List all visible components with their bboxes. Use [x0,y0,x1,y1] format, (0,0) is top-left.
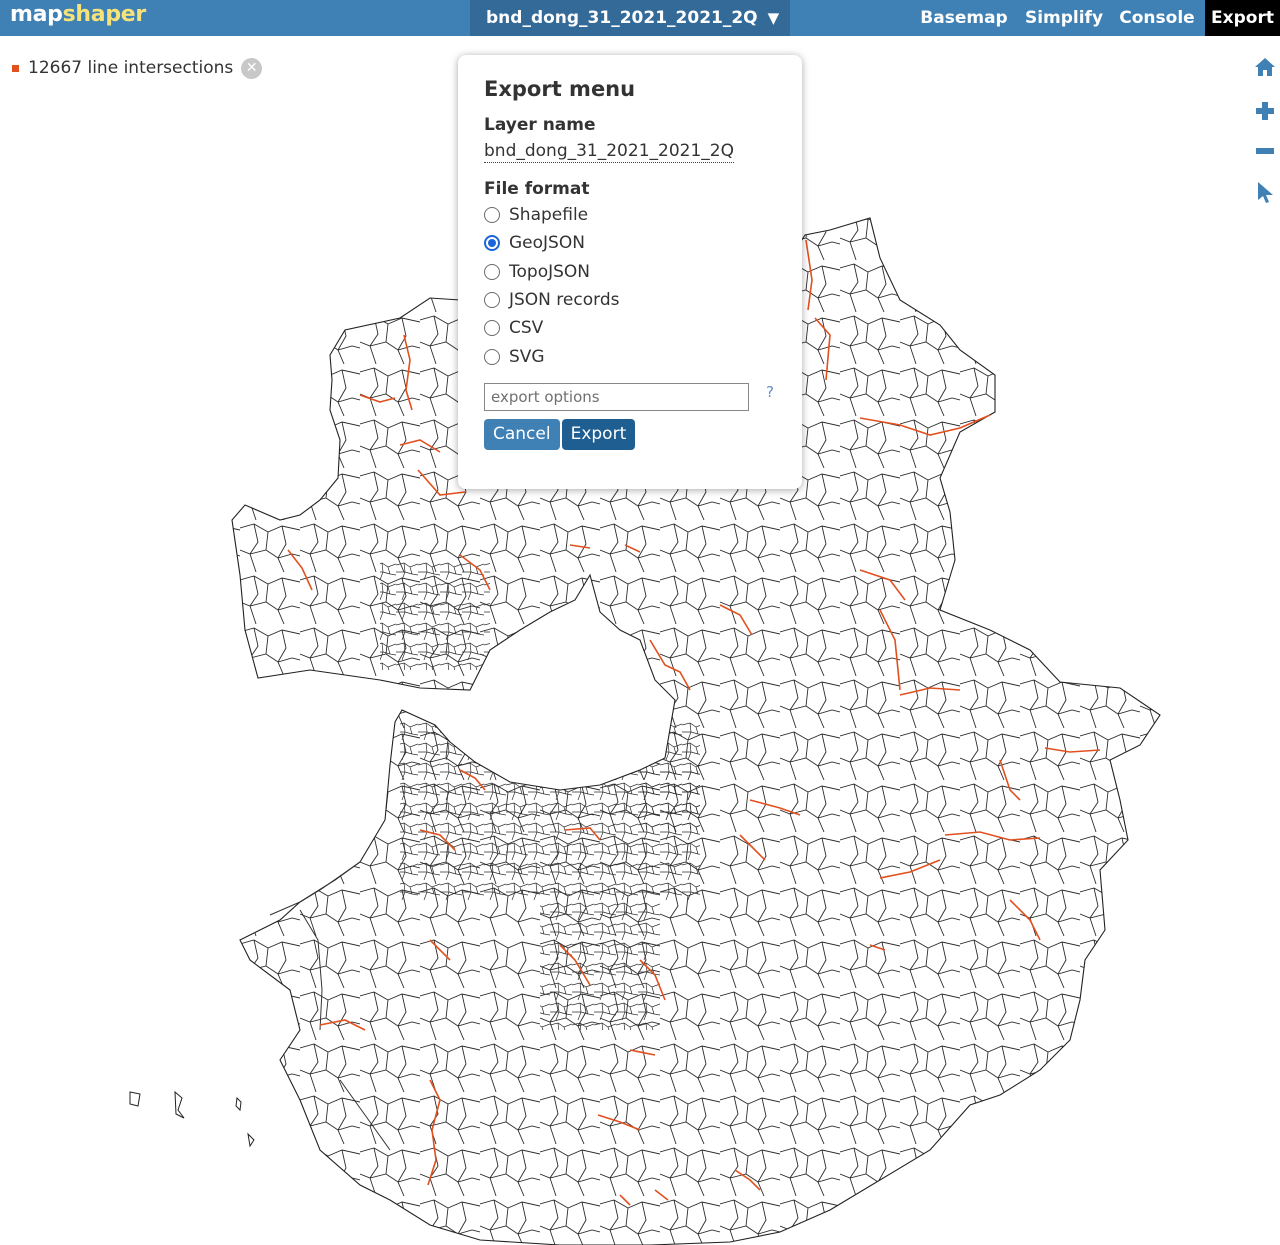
format-option-csv[interactable]: CSV [484,314,776,342]
logo-text-map: map [10,2,63,27]
radio-svg[interactable] [484,348,500,365]
file-format-options: Shapefile GeoJSON TopoJSON JSON records … [484,201,776,371]
radio-topojson[interactable] [484,263,500,280]
dialog-buttons: Cancel Export [484,418,776,450]
format-option-shapefile[interactable]: Shapefile [484,201,776,229]
basemap-button[interactable]: Basemap [914,0,1014,36]
format-option-json-records[interactable]: JSON records [484,286,776,314]
export-menu-title: Export menu [484,77,636,101]
layer-selector-label: bnd_dong_31_2021_2021_2Q [486,8,758,28]
layer-selector[interactable]: bnd_dong_31_2021_2021_2Q ▼ [470,0,790,36]
format-label: JSON records [509,290,620,311]
format-label: Shapefile [509,205,589,226]
export-menu-dialog: Export menu Layer name bnd_dong_31_2021_… [458,55,802,489]
mapshaper-logo[interactable]: mapshaper [10,2,146,27]
format-option-svg[interactable]: SVG [484,342,776,370]
export-options-row: ? [484,382,776,411]
radio-shapefile[interactable] [484,207,500,224]
intersection-marker-icon [12,64,19,72]
radio-geojson[interactable] [484,235,500,252]
console-button[interactable]: Console [1112,0,1202,36]
export-options-input[interactable] [484,382,749,411]
format-option-topojson[interactable]: TopoJSON [484,258,776,286]
close-intersections-icon[interactable]: ✕ [241,57,263,79]
home-icon[interactable] [1254,56,1276,78]
dropdown-caret-icon: ▼ [767,9,780,27]
radio-csv[interactable] [484,320,500,337]
format-label: CSV [509,318,544,339]
format-label: SVG [509,346,545,367]
radio-json-records[interactable] [484,292,500,309]
format-option-geojson[interactable]: GeoJSON [484,229,776,257]
layer-name-field[interactable]: bnd_dong_31_2021_2021_2Q [484,141,734,163]
intersections-notice: 12667 line intersections ✕ [12,55,263,81]
pointer-icon[interactable] [1254,181,1276,203]
layer-name-label: Layer name [484,115,596,135]
logo-text-shaper: shaper [62,2,147,27]
top-bar: mapshaper bnd_dong_31_2021_2021_2Q ▼ Bas… [0,0,1280,36]
zoom-out-icon[interactable] [1254,140,1276,162]
simplify-button[interactable]: Simplify [1018,0,1110,36]
mapshaper-app: mapshaper bnd_dong_31_2021_2021_2Q ▼ Bas… [0,0,1280,1245]
intersections-label: 12667 line intersections [28,58,234,78]
export-button[interactable]: Export [561,418,636,450]
zoom-in-icon[interactable] [1254,100,1276,122]
format-label: GeoJSON [509,233,585,254]
file-format-label: File format [484,179,590,199]
cancel-button[interactable]: Cancel [484,418,560,450]
format-label: TopoJSON [509,261,590,282]
export-options-help-link[interactable]: ? [766,383,774,401]
export-nav-button[interactable]: Export [1205,0,1280,36]
